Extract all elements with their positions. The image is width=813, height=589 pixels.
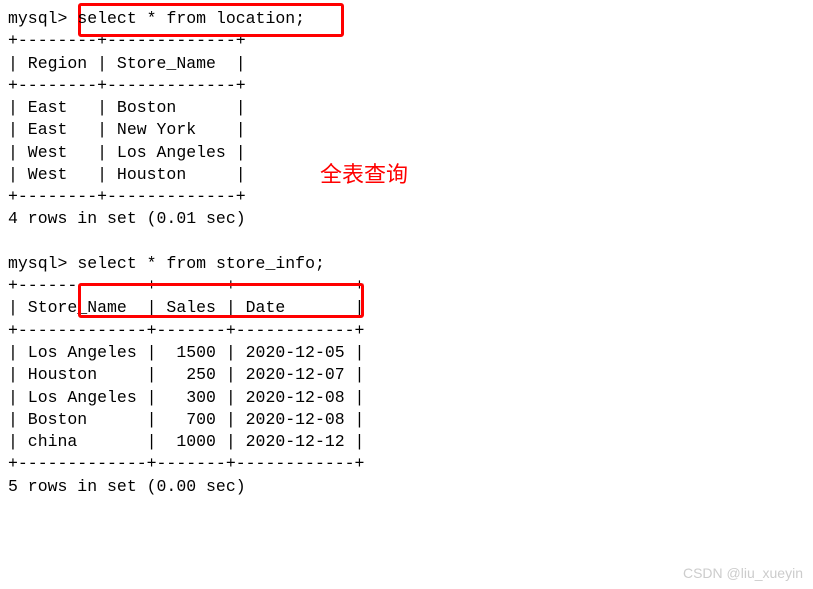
- blank-line: [8, 231, 805, 253]
- table1-border-top: +--------+-------------+: [8, 30, 805, 52]
- query2-line: mysql> select * from store_info;: [8, 253, 805, 275]
- table1-border-mid: +--------+-------------+: [8, 75, 805, 97]
- table2-border-mid: +-------------+-------+------------+: [8, 320, 805, 342]
- table2-border-bot: +-------------+-------+------------+: [8, 453, 805, 475]
- table1-row: | East | New York |: [8, 119, 805, 141]
- table2-row: | Los Angeles | 300 | 2020-12-08 |: [8, 387, 805, 409]
- mysql-prompt: mysql>: [8, 254, 67, 273]
- query1-footer: 4 rows in set (0.01 sec): [8, 208, 805, 230]
- query2-footer: 5 rows in set (0.00 sec): [8, 476, 805, 498]
- table2-border-top: +-------------+-------+------------+: [8, 275, 805, 297]
- table2-row: | china | 1000 | 2020-12-12 |: [8, 431, 805, 453]
- table1-header: | Region | Store_Name |: [8, 53, 805, 75]
- annotation-label: 全表查询: [320, 160, 408, 190]
- mysql-prompt: mysql>: [8, 9, 67, 28]
- table1-row: | East | Boston |: [8, 97, 805, 119]
- query1-sql: select * from location;: [77, 9, 305, 28]
- table2-row: | Los Angeles | 1500 | 2020-12-05 |: [8, 342, 805, 364]
- query2-sql: select * from store_info;: [77, 254, 325, 273]
- query1-line: mysql> select * from location;: [8, 8, 805, 30]
- table2-row: | Boston | 700 | 2020-12-08 |: [8, 409, 805, 431]
- table2-row: | Houston | 250 | 2020-12-07 |: [8, 364, 805, 386]
- watermark: CSDN @liu_xueyin: [683, 564, 803, 583]
- table2-header: | Store_Name | Sales | Date |: [8, 297, 805, 319]
